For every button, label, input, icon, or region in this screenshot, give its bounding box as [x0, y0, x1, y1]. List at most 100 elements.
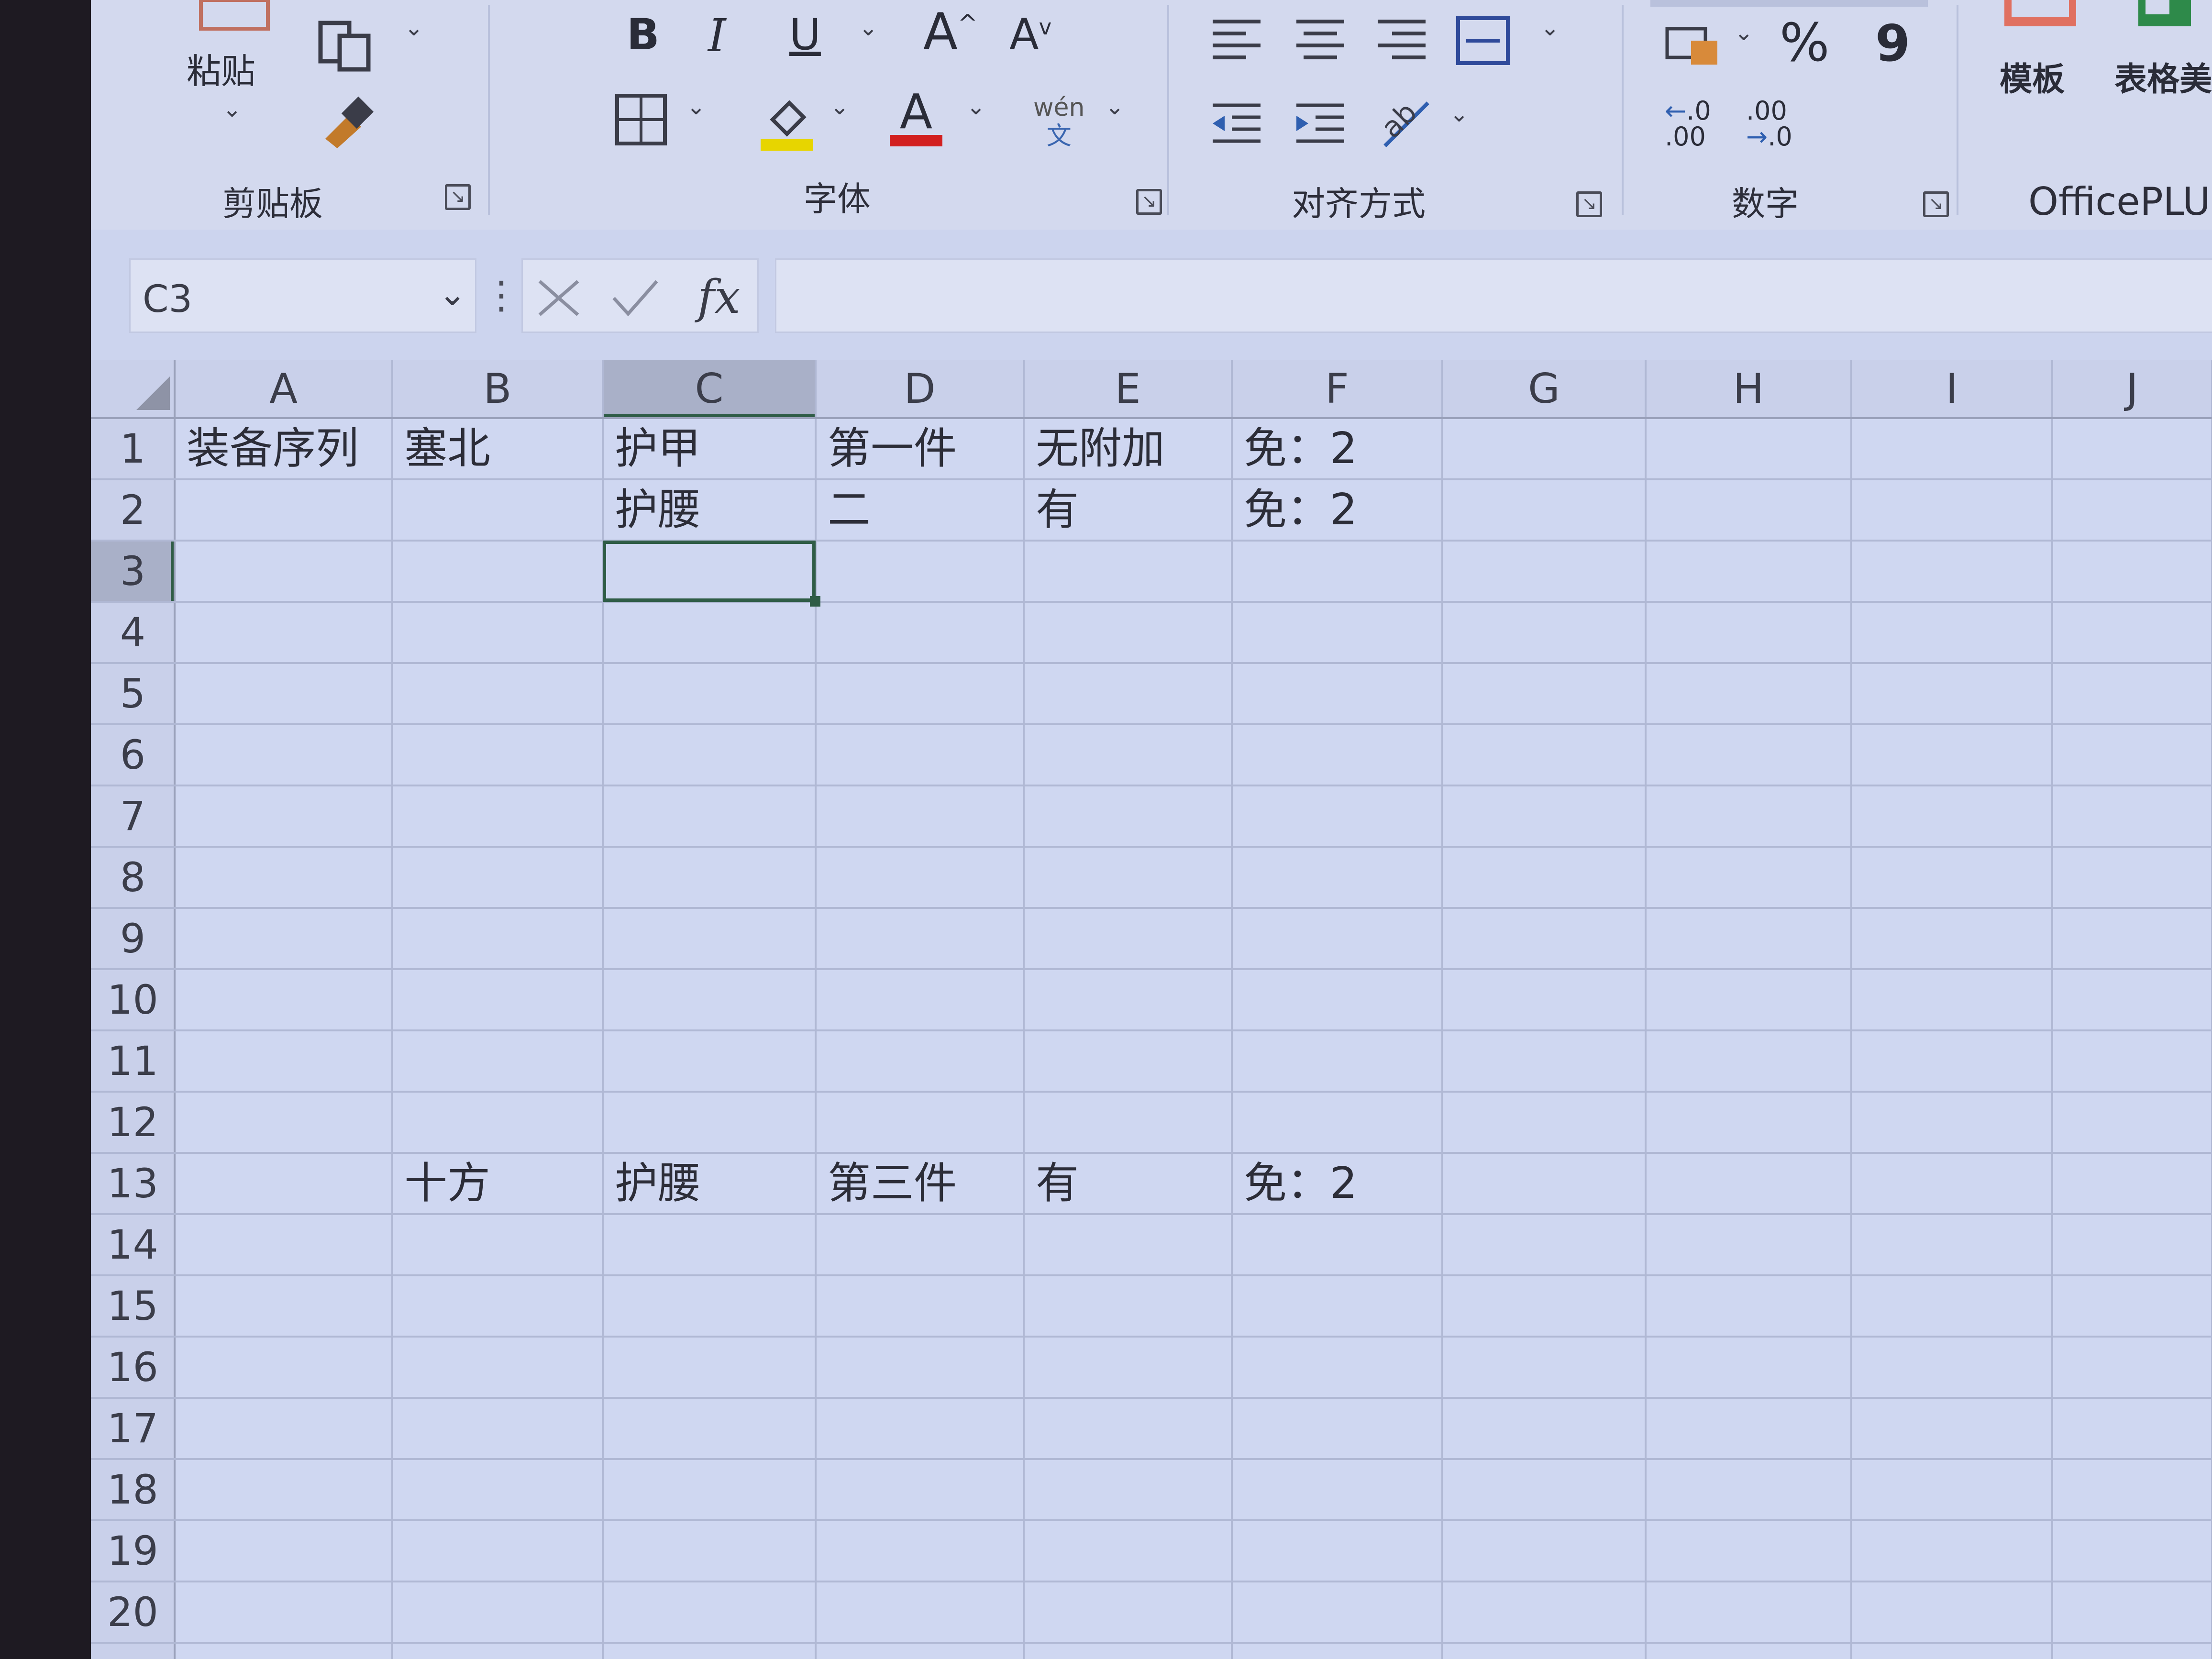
- italic-button[interactable]: I: [708, 10, 726, 62]
- cancel-icon[interactable]: [535, 276, 583, 320]
- copy-icon[interactable]: [316, 19, 378, 74]
- underline-dropdown-icon[interactable]: ⌄: [859, 14, 878, 41]
- cell-d13[interactable]: 第三件: [816, 1153, 957, 1214]
- row-header-9[interactable]: 9: [91, 908, 175, 969]
- accounting-format-icon[interactable]: [1665, 22, 1722, 71]
- bold-button[interactable]: B: [627, 10, 660, 60]
- row-header-7[interactable]: 7: [91, 785, 175, 847]
- increase-indent-icon[interactable]: [1294, 100, 1347, 150]
- formula-controls: fx: [521, 258, 759, 333]
- merge-dropdown-icon[interactable]: ⌄: [1540, 14, 1559, 41]
- copy-dropdown-icon[interactable]: ⌄: [404, 14, 423, 41]
- worksheet-grid[interactable]: ABCDEFGHIJ 1 2 3 4 5 6 7 8 9 10 11 12 13 14 15 16 17 18 19…: [91, 360, 2212, 1659]
- alignment-dialog-launcher-icon[interactable]: ↘: [1576, 191, 1602, 217]
- underline-button[interactable]: U: [789, 10, 821, 60]
- templates-icon[interactable]: [2000, 0, 2081, 35]
- templates-button[interactable]: 模板: [2000, 53, 2065, 100]
- align-center-icon[interactable]: [1294, 17, 1347, 66]
- row-header-18[interactable]: 18: [91, 1459, 175, 1520]
- merge-center-icon[interactable]: [1454, 14, 1512, 69]
- row-header-11[interactable]: 11: [91, 1030, 175, 1092]
- cell-f1[interactable]: 免：2: [1232, 418, 1357, 479]
- phonetic-guide-icon[interactable]: wén 文: [1033, 93, 1084, 151]
- orientation-icon[interactable]: ab: [1374, 96, 1435, 155]
- column-header-h[interactable]: H: [1646, 360, 1851, 418]
- column-header-c[interactable]: C: [603, 360, 816, 418]
- column-header-d[interactable]: D: [816, 360, 1024, 418]
- column-header-f[interactable]: F: [1232, 360, 1442, 418]
- cell-f2[interactable]: 免：2: [1232, 479, 1357, 541]
- grow-font-button[interactable]: A^: [923, 2, 978, 61]
- cell-d2[interactable]: 二: [816, 479, 871, 541]
- number-dialog-launcher-icon[interactable]: ↘: [1923, 191, 1949, 217]
- column-header-g[interactable]: G: [1442, 360, 1646, 418]
- row-header-3[interactable]: 3: [91, 541, 175, 602]
- cell-f13[interactable]: 免：2: [1232, 1153, 1357, 1214]
- cell-d1[interactable]: 第一件: [816, 418, 957, 479]
- borders-icon[interactable]: [612, 91, 670, 150]
- name-box[interactable]: C3 ⌄: [129, 258, 476, 333]
- row-header-2[interactable]: 2: [91, 479, 175, 541]
- table-beautify-button[interactable]: 表格美化: [2114, 53, 2212, 100]
- increase-decimal-button[interactable]: ←.0 .00: [1665, 98, 1711, 150]
- font-dialog-launcher-icon[interactable]: ↘: [1136, 189, 1162, 215]
- row-header-17[interactable]: 17: [91, 1398, 175, 1459]
- row-header-16[interactable]: 16: [91, 1337, 175, 1398]
- cell-b13[interactable]: 十方: [392, 1153, 490, 1214]
- orientation-dropdown-icon[interactable]: ⌄: [1449, 100, 1469, 127]
- format-painter-icon[interactable]: [316, 96, 378, 150]
- row-header-13[interactable]: 13: [91, 1153, 175, 1214]
- paste-button[interactable]: 粘贴: [187, 43, 255, 93]
- table-beautify-icon[interactable]: [2134, 0, 2196, 35]
- cell-e13[interactable]: 有: [1024, 1153, 1079, 1214]
- font-color-button[interactable]: A: [890, 84, 942, 146]
- cell-e1[interactable]: 无附加: [1024, 418, 1165, 479]
- paste-dropdown-icon[interactable]: ⌄: [222, 96, 242, 122]
- cell-e2[interactable]: 有: [1024, 479, 1079, 541]
- row-header-5[interactable]: 5: [91, 663, 175, 724]
- font-color-dropdown-icon[interactable]: ⌄: [966, 93, 985, 120]
- column-header-b[interactable]: B: [392, 360, 603, 418]
- cell-c13[interactable]: 护腰: [603, 1153, 701, 1214]
- fill-handle[interactable]: [810, 596, 820, 607]
- insert-function-button[interactable]: fx: [697, 270, 741, 324]
- cell-a1[interactable]: 装备序列: [175, 418, 359, 479]
- cell-c1[interactable]: 护甲: [603, 418, 701, 479]
- fill-color-dropdown-icon[interactable]: ⌄: [830, 93, 849, 120]
- cell-b1[interactable]: 塞北: [392, 418, 490, 479]
- phonetic-dropdown-icon[interactable]: ⌄: [1105, 93, 1124, 120]
- formula-input[interactable]: [775, 258, 2212, 333]
- row-header-20[interactable]: 20: [91, 1582, 175, 1643]
- row-header-4[interactable]: 4: [91, 602, 175, 663]
- row-header-12[interactable]: 12: [91, 1092, 175, 1153]
- paste-icon[interactable]: [191, 0, 277, 33]
- decrease-decimal-button[interactable]: .00 →.0: [1746, 98, 1792, 150]
- row-header-8[interactable]: 8: [91, 847, 175, 908]
- chevron-down-icon[interactable]: ⌄: [438, 274, 466, 313]
- row-header-1[interactable]: 1: [91, 418, 175, 479]
- cell-c2[interactable]: 护腰: [603, 479, 701, 541]
- row-header-14[interactable]: 14: [91, 1214, 175, 1275]
- row-header-15[interactable]: 15: [91, 1275, 175, 1337]
- borders-dropdown-icon[interactable]: ⌄: [686, 93, 706, 120]
- row-header-10[interactable]: 10: [91, 969, 175, 1030]
- column-header-i[interactable]: I: [1851, 360, 2052, 418]
- shrink-font-button[interactable]: Av: [1009, 10, 1051, 60]
- selected-cell-outline[interactable]: [603, 541, 816, 602]
- row-header-19[interactable]: 19: [91, 1520, 175, 1582]
- decrease-indent-icon[interactable]: [1210, 100, 1263, 150]
- formula-bar-grip-icon[interactable]: ⋮: [482, 273, 520, 317]
- accounting-dropdown-icon[interactable]: ⌄: [1734, 19, 1753, 46]
- enter-icon[interactable]: [609, 276, 662, 320]
- align-left-icon[interactable]: [1210, 17, 1263, 66]
- column-header-a[interactable]: A: [175, 360, 392, 418]
- row-header-6[interactable]: 6: [91, 724, 175, 785]
- column-header-e[interactable]: E: [1024, 360, 1232, 418]
- column-header-j[interactable]: J: [2052, 360, 2212, 418]
- comma-style-button[interactable]: 9: [1875, 14, 1910, 73]
- clipboard-dialog-launcher-icon[interactable]: ↘: [445, 184, 471, 210]
- number-format-box[interactable]: [1650, 0, 1928, 7]
- align-right-icon[interactable]: [1375, 17, 1428, 66]
- fill-color-icon[interactable]: [758, 91, 816, 155]
- percent-style-button[interactable]: %: [1780, 12, 1830, 73]
